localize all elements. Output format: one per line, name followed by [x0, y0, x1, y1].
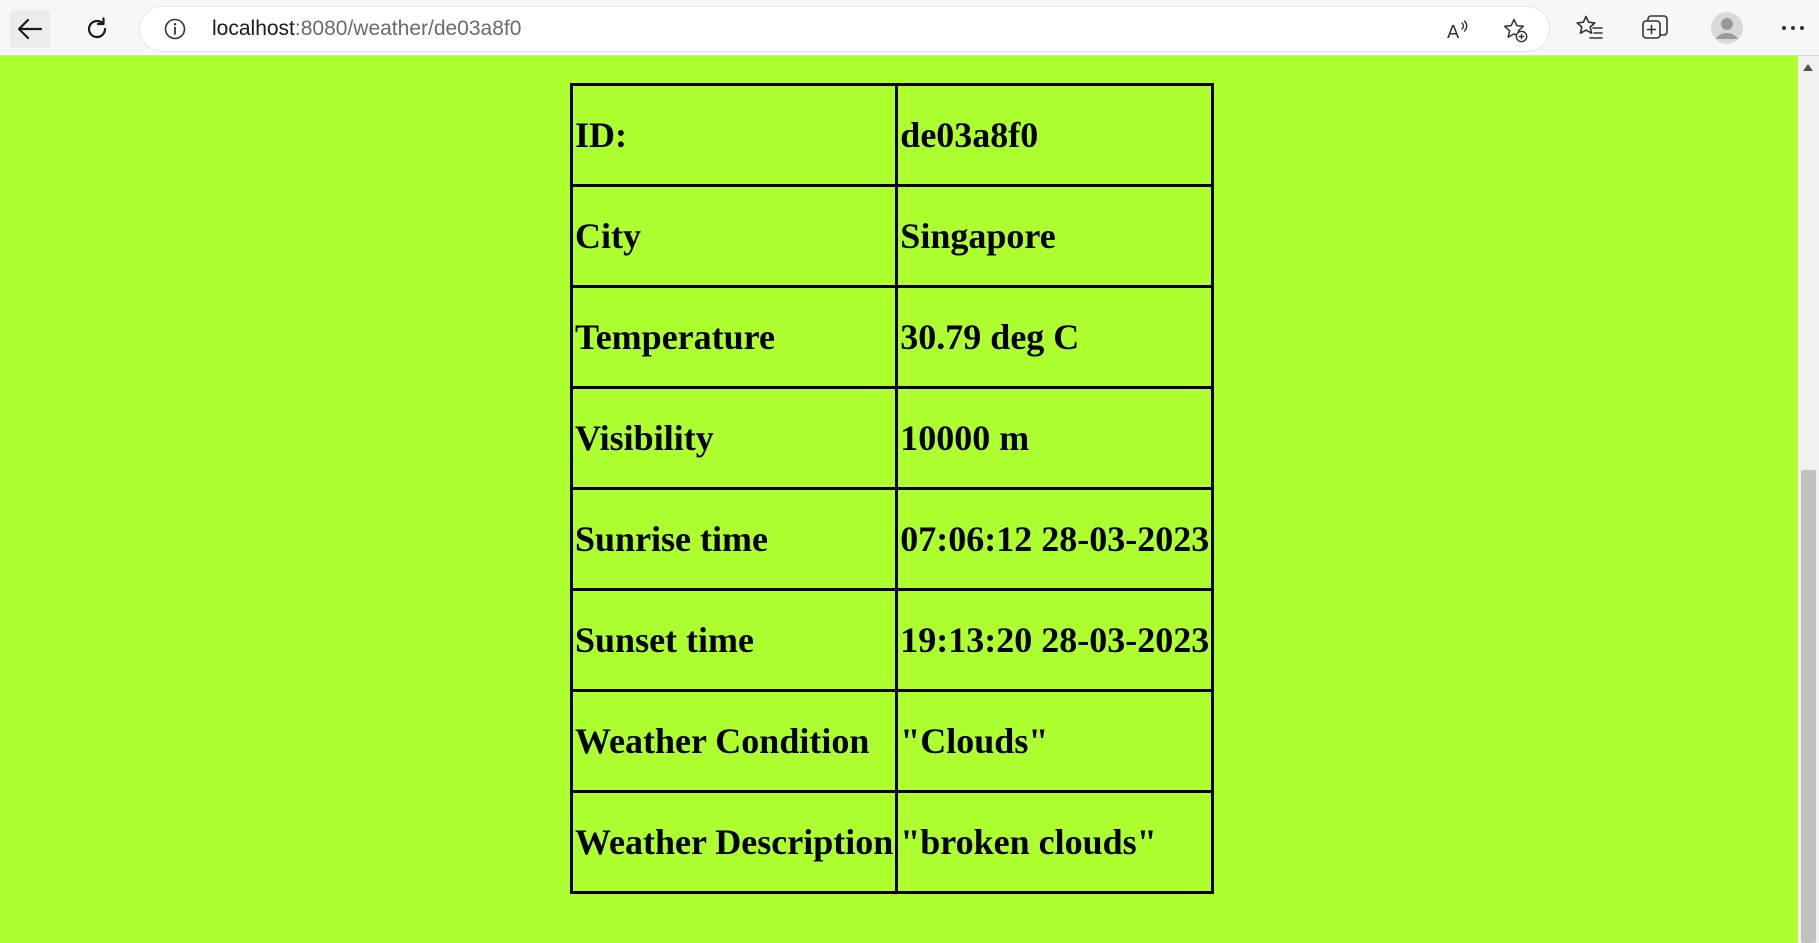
table-row: Sunset time 19:13:20 28-03-2023 — [569, 588, 1215, 692]
scroll-up-arrow-icon[interactable] — [1803, 64, 1813, 71]
row-value: Singapore — [895, 184, 1215, 288]
row-value: "Clouds" — [895, 689, 1215, 793]
url-text[interactable]: localhost:8080/weather/de03a8f0 — [212, 7, 521, 51]
row-label: Weather Description — [569, 790, 899, 894]
read-aloud-icon[interactable]: A — [1445, 17, 1471, 43]
svg-text:A: A — [1447, 22, 1460, 43]
row-value: de03a8f0 — [895, 83, 1215, 187]
more-icon[interactable] — [1778, 13, 1808, 43]
row-value: "broken clouds" — [895, 790, 1215, 894]
row-value: 30.79 deg C — [895, 285, 1215, 389]
table-row: City Singapore — [569, 184, 1215, 288]
url-path: :8080/weather/de03a8f0 — [294, 17, 522, 40]
info-icon[interactable] — [164, 18, 186, 40]
scrollbar-thumb[interactable] — [1801, 470, 1816, 943]
row-label: Visibility — [569, 386, 899, 490]
vertical-scrollbar[interactable] — [1798, 56, 1819, 943]
row-value: 19:13:20 28-03-2023 — [895, 588, 1215, 692]
row-label: Weather Condition — [569, 689, 899, 793]
browser-toolbar: localhost:8080/weather/de03a8f0 A — [0, 0, 1819, 56]
row-label: Sunrise time — [569, 487, 899, 591]
table-row: Sunrise time 07:06:12 28-03-2023 — [569, 487, 1215, 591]
add-favorite-icon[interactable] — [1502, 17, 1528, 43]
address-bar[interactable]: localhost:8080/weather/de03a8f0 A — [140, 7, 1549, 51]
refresh-button[interactable] — [77, 10, 117, 48]
url-host: localhost — [212, 17, 295, 40]
back-arrow-icon — [17, 18, 43, 40]
back-button[interactable] — [10, 10, 50, 48]
row-label: ID: — [569, 83, 899, 187]
row-value: 07:06:12 28-03-2023 — [895, 487, 1215, 591]
row-value: 10000 m — [895, 386, 1215, 490]
table-row: Weather Description "broken clouds" — [569, 790, 1215, 894]
table-row: Temperature 30.79 deg C — [569, 285, 1215, 389]
row-label: Sunset time — [569, 588, 899, 692]
favorites-icon[interactable] — [1575, 13, 1605, 43]
collections-icon[interactable] — [1640, 13, 1670, 43]
profile-icon[interactable] — [1710, 11, 1744, 45]
table-row: Weather Condition "Clouds" — [569, 689, 1215, 793]
table-row: Visibility 10000 m — [569, 386, 1215, 490]
refresh-icon — [87, 17, 107, 39]
page-viewport: ID: de03a8f0 City Singapore Temperature 30.79… — [0, 56, 1798, 943]
table-row: ID: de03a8f0 — [569, 83, 1215, 187]
row-label: City — [569, 184, 899, 288]
weather-table: ID: de03a8f0 City Singapore Temperature 30.79… — [569, 83, 1215, 894]
row-label: Temperature — [569, 285, 899, 389]
